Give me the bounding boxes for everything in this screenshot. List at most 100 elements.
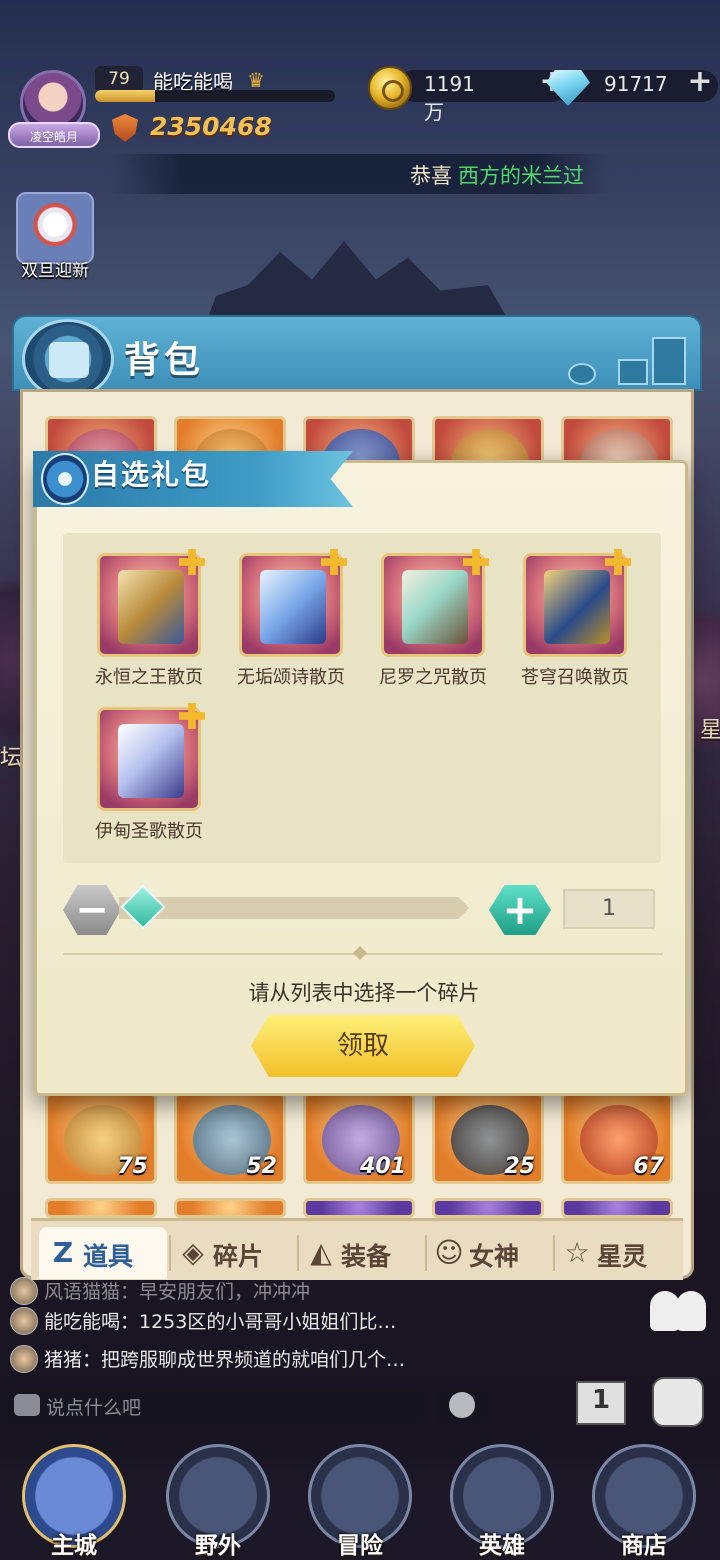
ranking-button[interactable]: 1 <box>570 1371 632 1431</box>
tab-label: 碎片 <box>213 1242 264 1271</box>
power-value: 2350468 <box>150 112 272 141</box>
dialog-title-ribbon: 自选礼包 <box>33 451 353 507</box>
item-count: 401 <box>360 1154 406 1179</box>
chat-text: 猪猪：把跨服聊成世界频道的就咱们几个… <box>44 1349 406 1371</box>
dialog-title: 自选礼包 <box>91 458 212 491</box>
choice-item[interactable]: 伊甸圣歌散页 <box>87 703 217 857</box>
choice-item[interactable]: 尼罗之咒散页 <box>371 549 501 703</box>
scroll-page-icon <box>118 724 184 798</box>
nav-wild[interactable]: 野外 <box>154 1440 282 1560</box>
power-shield-icon <box>112 114 138 142</box>
rank-one-glyph: 1 <box>592 1385 611 1415</box>
divider <box>63 953 663 955</box>
items-icon: Z <box>52 1236 74 1269</box>
item-slot[interactable] <box>561 1198 673 1218</box>
snowman-icon <box>16 192 94 264</box>
tab-label: 星灵 <box>597 1242 648 1271</box>
scroll-page-icon <box>544 570 610 644</box>
choice-item[interactable]: 苍穹召唤散页 <box>513 549 643 703</box>
tab-goddess[interactable]: ☺ 女神 <box>425 1227 553 1279</box>
smiley-icon <box>449 1392 475 1418</box>
broadcast-prefix: 恭喜 <box>410 164 452 188</box>
chat-panel: 风语猫猫：早安朋友们，冲冲冲 能吃能喝：1253区的小哥哥小姐姐们比… 猪猪：把… <box>0 1275 720 1445</box>
plus-icon: + <box>502 885 538 934</box>
choice-name: 永恒之王散页 <box>95 667 203 688</box>
item-slot[interactable]: 75 <box>45 1092 157 1184</box>
tab-fragments[interactable]: ◈ 碎片 <box>169 1227 297 1279</box>
gold-amount: 1191万 <box>424 72 475 124</box>
choice-name: 尼罗之咒散页 <box>379 667 487 688</box>
item-slot[interactable]: 52 <box>174 1092 286 1184</box>
item-slot[interactable]: 25 <box>432 1092 544 1184</box>
nav-label: 英雄 <box>479 1533 525 1559</box>
player-avatar[interactable]: 凌空皓月 <box>8 64 100 184</box>
tab-label: 道具 <box>83 1242 134 1271</box>
minus-icon: − <box>75 887 109 933</box>
item-count: 52 <box>246 1154 277 1179</box>
backpack-header: 背包 <box>12 315 702 399</box>
system-broadcast: 恭喜 西方的米兰过 <box>110 154 610 194</box>
event-button[interactable]: 双旦迎新 <box>12 192 98 284</box>
slider-handle[interactable] <box>120 884 166 930</box>
item-slot[interactable] <box>45 1198 157 1218</box>
bag-button[interactable] <box>646 1371 710 1431</box>
nav-adventure[interactable]: 冒险 <box>296 1440 424 1560</box>
item-frame <box>97 553 201 657</box>
add-diamond-button[interactable]: + <box>686 67 714 97</box>
gold-coin-icon <box>368 66 412 110</box>
claim-button[interactable]: 领取 <box>251 1015 475 1077</box>
emoji-button[interactable] <box>436 1387 488 1423</box>
item-frame <box>523 553 627 657</box>
side-building-label: 星 <box>700 718 720 743</box>
choice-name: 苍穹召唤散页 <box>521 667 629 688</box>
item-row <box>45 1198 675 1218</box>
increase-button[interactable]: + <box>489 885 551 935</box>
nav-heroes[interactable]: 英雄 <box>438 1440 566 1560</box>
choice-name: 无垢颂诗散页 <box>237 667 345 688</box>
item-count: 75 <box>117 1154 148 1179</box>
tab-star-spirit[interactable]: ☆ 星灵 <box>553 1227 681 1279</box>
gift-select-dialog: 自选礼包 永恒之王散页 无垢颂诗散页 尼罗之咒散页 苍穹召唤散页 伊甸圣歌散页 … <box>33 451 688 1096</box>
quantity-field[interactable]: 1 <box>563 889 655 929</box>
decrease-button[interactable]: − <box>63 885 121 935</box>
nav-main-city[interactable]: 主城 <box>10 1440 138 1560</box>
fragment-icon: ◈ <box>182 1236 204 1269</box>
exp-bar <box>95 90 335 102</box>
quantity-slider[interactable] <box>119 897 469 919</box>
goddess-icon: ☺ <box>434 1236 464 1269</box>
tab-label: 女神 <box>469 1242 520 1271</box>
tab-items[interactable]: Z 道具 <box>39 1227 167 1279</box>
choice-item[interactable]: 永恒之王散页 <box>87 549 217 703</box>
tab-equipment[interactable]: ◭ 装备 <box>297 1227 425 1279</box>
item-slot[interactable] <box>174 1198 286 1218</box>
nav-shop[interactable]: 商店 <box>580 1440 708 1560</box>
top-hud: 凌空皓月 79 能吃能喝 ♛ 2350468 1191万 + 91717 + 恭… <box>0 50 720 210</box>
chat-text: 风语猫猫：早安朋友们，冲冲冲 <box>44 1281 311 1303</box>
chat-input[interactable]: 说点什么吧 <box>6 1387 424 1423</box>
quantity-selector: − + 1 <box>63 883 663 939</box>
item-slot[interactable]: 67 <box>561 1092 673 1184</box>
item-row: 75 52 401 25 67 <box>45 1092 675 1184</box>
item-slot[interactable] <box>432 1198 544 1218</box>
chat-avatar <box>10 1277 38 1305</box>
choice-list: 永恒之王散页 无垢颂诗散页 尼罗之咒散页 苍穹召唤散页 伊甸圣歌散页 <box>63 533 661 863</box>
backpack-icon <box>652 1377 704 1427</box>
item-count: 25 <box>504 1154 535 1179</box>
event-label: 双旦迎新 <box>21 261 89 281</box>
choice-item[interactable]: 无垢颂诗散页 <box>229 549 359 703</box>
selection-hint: 请从列表中选择一个碎片 <box>248 981 480 1005</box>
nav-label: 主城 <box>51 1533 97 1559</box>
friends-button[interactable] <box>646 1281 710 1341</box>
item-slot[interactable] <box>303 1198 415 1218</box>
item-frame <box>239 553 343 657</box>
scroll-page-icon <box>402 570 468 644</box>
scroll-page-icon <box>260 570 326 644</box>
broadcast-player-name: 西方的米兰过 <box>458 164 584 188</box>
star-spirit-icon: ☆ <box>564 1236 590 1269</box>
player-level: 79 <box>95 66 143 92</box>
chat-placeholder: 说点什么吧 <box>46 1397 142 1419</box>
equipment-icon: ◭ <box>310 1236 332 1269</box>
item-slot[interactable]: 401 <box>303 1092 415 1184</box>
backpack-icon <box>22 319 114 399</box>
scroll-page-icon <box>118 570 184 644</box>
